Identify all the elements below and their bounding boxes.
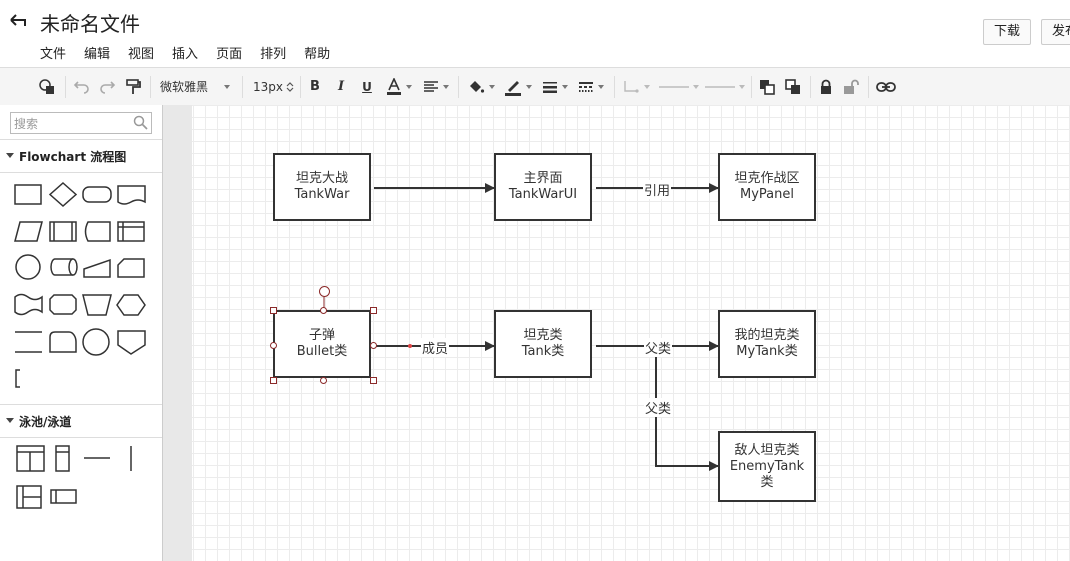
edge-label-parent-2[interactable]: 父类 [644, 398, 673, 417]
resize-handle-n[interactable] [320, 307, 327, 314]
node-tankwar-line2: TankWar [294, 187, 350, 202]
node-tankwar[interactable]: 坦克大战 TankWar [273, 153, 371, 221]
resize-handle-e[interactable] [370, 342, 377, 349]
node-mytank[interactable]: 我的坦克类 MyTank类 [718, 310, 816, 378]
edge-label-member[interactable]: 成员 [421, 338, 450, 357]
resize-handle-w[interactable] [270, 342, 277, 349]
node-bullet-line1: 子弹 [308, 328, 335, 343]
node-mytank-line2: MyTank类 [736, 344, 798, 359]
node-enemytank[interactable]: 敌人坦克类 EnemyTank 类 [718, 431, 816, 502]
node-tankwar-line1: 坦克大战 [295, 171, 348, 186]
resize-handle-ne[interactable] [370, 307, 377, 314]
edge-waypoint [408, 344, 412, 348]
resize-handle-nw[interactable] [270, 307, 277, 314]
resize-handle-s[interactable] [320, 377, 327, 384]
node-mytank-line1: 我的坦克类 [734, 328, 800, 343]
node-mypanel[interactable]: 坦克作战区 MyPanel [718, 153, 816, 221]
node-tankwarui-line2: TankWarUI [508, 187, 578, 202]
node-mypanel-line2: MyPanel [740, 187, 794, 202]
node-tank-line2: Tank类 [521, 344, 565, 359]
node-bullet[interactable]: 子弹 Bullet类 [273, 310, 371, 378]
node-enemytank-line1: 敌人坦克类 [734, 442, 800, 458]
rotate-handle[interactable] [319, 286, 330, 297]
node-tank[interactable]: 坦克类 Tank类 [494, 310, 592, 378]
edge-label-parent-1[interactable]: 父类 [644, 338, 673, 357]
node-tankwarui[interactable]: 主界面 TankWarUI [494, 153, 592, 221]
node-tankwarui-line1: 主界面 [523, 171, 563, 186]
node-bullet-line2: Bullet类 [296, 344, 348, 359]
node-mypanel-line1: 坦克作战区 [734, 171, 800, 186]
node-enemytank-line3: 类 [760, 474, 774, 490]
resize-handle-sw[interactable] [270, 377, 277, 384]
node-tank-line1: 坦克类 [523, 328, 563, 343]
edge-label-reference[interactable]: 引用 [643, 180, 672, 199]
resize-handle-se[interactable] [370, 377, 377, 384]
diagram-edges [374, 183, 719, 471]
node-enemytank-line2: EnemyTank [729, 458, 805, 474]
